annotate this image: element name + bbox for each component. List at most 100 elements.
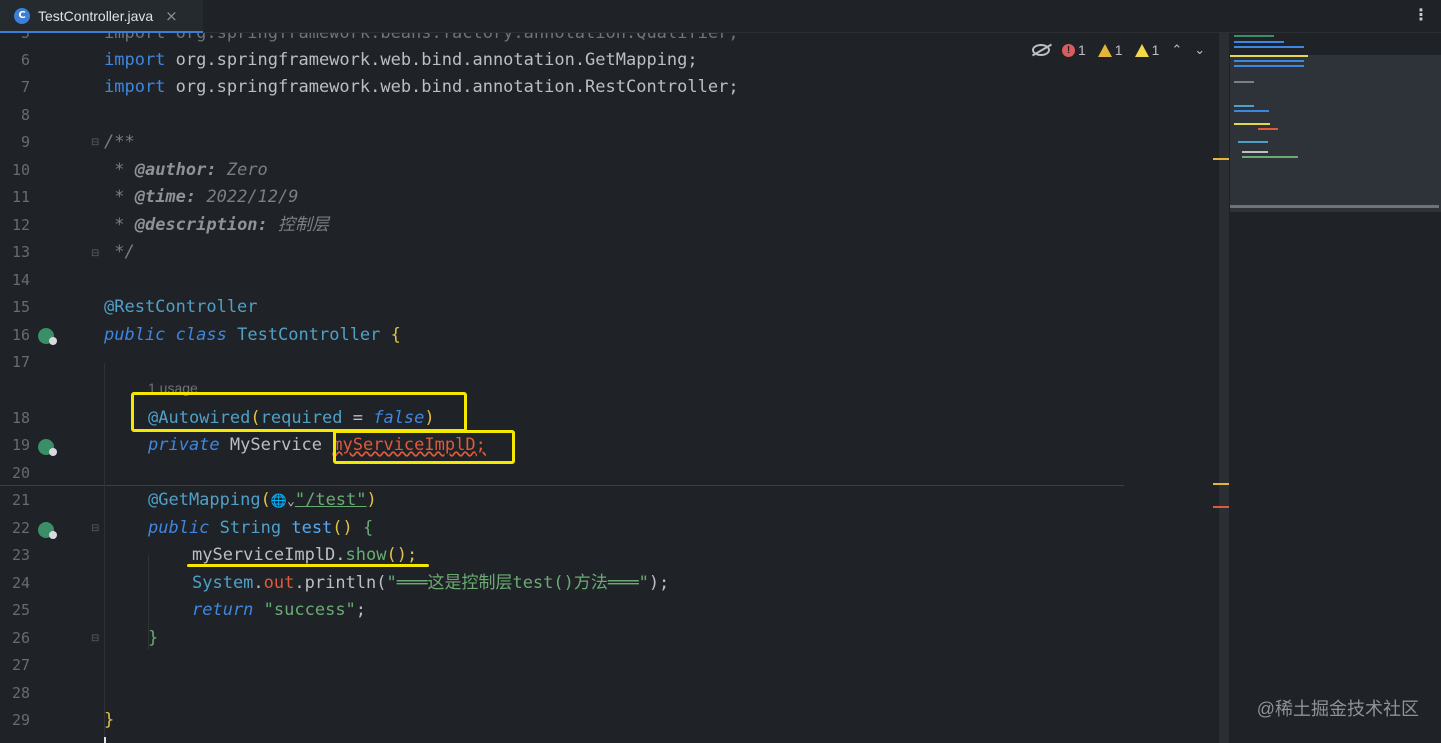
line-number: 18 — [11, 409, 30, 427]
line-number: 28 — [11, 684, 30, 702]
string-literal[interactable]: "/test" — [295, 490, 367, 510]
line-number: 26 — [11, 629, 30, 647]
doc-tag: @time: — [134, 187, 197, 207]
doc-tag: @description: — [134, 215, 268, 235]
code-line: * @description: 控制层 — [104, 212, 329, 239]
warning-count[interactable]: 1 — [1097, 42, 1123, 58]
line-number: 15 — [11, 298, 30, 316]
code-line: } — [104, 710, 115, 730]
code-line: import org.springframework.beans.factory… — [104, 33, 739, 43]
code-line: import org.springframework.web.bind.anno… — [104, 47, 698, 74]
spring-bean-icon[interactable] — [38, 328, 57, 345]
comment: * — [104, 160, 135, 180]
dot: . — [335, 545, 346, 565]
line-number: 27 — [11, 656, 30, 674]
comment: 控制层 — [267, 215, 330, 235]
keyword: class — [175, 325, 227, 345]
string-literal: "═══这是控制层test()方法═══" — [386, 573, 649, 593]
semicolon: ; — [355, 600, 367, 620]
line-number: 21 — [11, 491, 30, 509]
keyword: public — [148, 518, 210, 538]
editor-tab-bar: C TestController.java × ⋮ — [0, 0, 1441, 33]
line-number: 11 — [11, 188, 30, 206]
class-name: System — [192, 573, 254, 593]
comment: 2022/12/9 — [196, 187, 299, 207]
line-number: 19 — [11, 436, 30, 454]
chevron-up-icon[interactable]: ⌃ — [1171, 42, 1182, 58]
weak-warning-count[interactable]: 1 — [1134, 42, 1159, 58]
fold-icon[interactable]: ⊟ — [91, 248, 99, 259]
code-line: */ — [104, 242, 135, 262]
globe-icon[interactable]: 🌐⌄ — [271, 494, 295, 509]
method-name: test — [291, 518, 333, 538]
error-icon: ! — [1062, 43, 1075, 57]
method-call: .println( — [294, 573, 387, 593]
vertical-scrollbar[interactable] — [1219, 33, 1229, 743]
minimap[interactable] — [1230, 33, 1441, 743]
brace: { — [390, 325, 401, 345]
warning-icon — [1097, 43, 1112, 57]
code-line: } — [148, 628, 159, 648]
more-options-icon[interactable]: ⋮ — [1413, 7, 1429, 23]
minimap-line — [1234, 110, 1269, 112]
line-number: 16 — [11, 326, 30, 344]
line-number: 5 — [20, 33, 30, 42]
java-class-icon: C — [14, 7, 30, 24]
error-count[interactable]: ! 1 — [1062, 42, 1086, 58]
class-name: TestController — [237, 325, 381, 345]
spring-endpoint-icon[interactable] — [38, 522, 57, 539]
fold-icon[interactable]: ⊟ — [91, 137, 99, 148]
keyword: private — [148, 435, 220, 455]
keyword: import — [104, 77, 166, 97]
paren: ) — [366, 490, 377, 510]
warning-marker[interactable] — [1213, 483, 1229, 485]
line-number: 20 — [11, 464, 30, 482]
line-number: 14 — [11, 271, 30, 289]
line-number: 10 — [11, 161, 30, 179]
code-line: @RestController — [104, 297, 258, 317]
static-field: out — [263, 573, 295, 593]
type-name: String — [219, 518, 282, 538]
paren: () — [332, 518, 353, 538]
close-icon[interactable]: × — [165, 7, 178, 25]
line-number: 24 — [11, 574, 30, 592]
error-marker[interactable] — [1213, 506, 1229, 508]
doc-tag: @author: — [134, 160, 217, 180]
brace: { — [363, 518, 374, 538]
string-literal: "success" — [263, 600, 356, 620]
minimap-line — [1258, 128, 1278, 130]
minimap-line — [1238, 141, 1268, 143]
minimap-line — [1242, 151, 1268, 153]
keyword: import — [104, 50, 166, 70]
code-area[interactable]: import org.springframework.beans.factory… — [104, 33, 1214, 743]
line-number: 8 — [20, 106, 30, 124]
fold-icon[interactable]: ⊟ — [91, 523, 99, 534]
warning-marker[interactable] — [1213, 158, 1229, 160]
line-number: 9 — [20, 133, 30, 151]
minimap-viewport[interactable] — [1230, 55, 1441, 212]
comment: * — [104, 215, 135, 235]
line-number: 22 — [11, 519, 30, 537]
fold-icon[interactable]: ⊟ — [91, 633, 99, 644]
code-line: public String test() { — [148, 515, 373, 542]
keyword: return — [192, 600, 254, 620]
spring-autowired-icon[interactable] — [38, 439, 57, 456]
dot: . — [253, 573, 264, 593]
watermark: @稀土掘金技术社区 — [1256, 699, 1419, 719]
text-cursor — [104, 737, 106, 743]
line-number: 17 — [11, 353, 30, 371]
tab-label: TestController.java — [38, 7, 154, 24]
code-line: @GetMapping(🌐⌄"/test") — [148, 487, 377, 514]
reader-mode-icon[interactable] — [1032, 44, 1050, 56]
line-number: 23 — [11, 546, 30, 564]
code-line: public class TestController { — [104, 322, 401, 349]
chevron-down-icon[interactable]: ⌄ — [1194, 42, 1205, 58]
code-line: import org.springframework.web.bind.anno… — [104, 74, 739, 101]
minimap-line — [1234, 65, 1304, 67]
code-editor[interactable]: 5 6 7 8 9 10 11 12 13 14 15 16 17 18 19 … — [0, 33, 1228, 743]
tab-testcontroller[interactable]: C TestController.java × — [0, 0, 203, 33]
paren: ( — [260, 490, 271, 510]
code-line: System.out.println("═══这是控制层test()方法═══"… — [192, 570, 669, 597]
line-number: 12 — [11, 216, 30, 234]
call-parens: (); — [386, 545, 418, 565]
